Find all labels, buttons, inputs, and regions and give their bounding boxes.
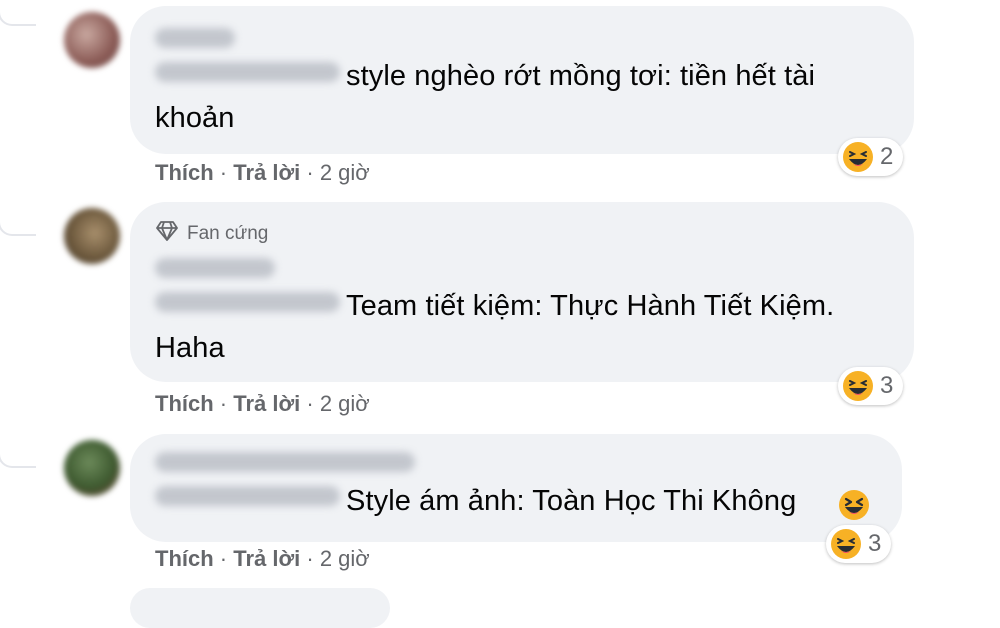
reply-link[interactable]: Trả lời xyxy=(233,546,300,571)
avatar[interactable] xyxy=(64,12,120,68)
reaction-count-number: 3 xyxy=(868,530,882,557)
comment-text: style nghèo rớt mồng tơi: tiền hết tài xyxy=(346,60,816,92)
timestamp[interactable]: 2 giờ xyxy=(320,160,370,185)
comment-text: khoản xyxy=(155,102,235,134)
comment-text: Team tiết kiệm: Thực Hành Tiết Kiệm. xyxy=(346,290,835,322)
comment-actions: Thích · Trả lời · 2 giờ xyxy=(155,391,370,417)
blurred-author-handle xyxy=(155,486,340,506)
thread-line xyxy=(0,0,36,26)
reaction-count[interactable]: 3 xyxy=(826,525,892,563)
haha-icon xyxy=(842,141,874,173)
timestamp[interactable]: 2 giờ xyxy=(320,546,370,571)
separator: · xyxy=(219,546,234,571)
reaction-count[interactable]: 3 xyxy=(838,367,904,405)
avatar[interactable] xyxy=(64,208,120,264)
comment-text: Haha xyxy=(155,332,225,364)
thread-line xyxy=(0,380,36,468)
avatar[interactable] xyxy=(64,440,120,496)
comment-text: Style ám ảnh: Toàn Học Thi Không xyxy=(346,485,797,517)
diamond-icon xyxy=(155,220,179,248)
blurred-author-handle xyxy=(155,292,340,312)
separator: · xyxy=(306,391,320,416)
blurred-author-name[interactable] xyxy=(155,28,235,48)
reaction-count-number: 2 xyxy=(880,143,894,170)
separator: · xyxy=(306,160,320,185)
badge-label: Fan cứng xyxy=(187,223,269,244)
comment-actions: Thích · Trả lời · 2 giờ xyxy=(155,160,370,186)
reaction-count[interactable]: 2 xyxy=(838,138,904,176)
separator: · xyxy=(219,160,234,185)
timestamp[interactable]: 2 giờ xyxy=(320,391,370,416)
separator: · xyxy=(306,546,320,571)
fan-badge[interactable]: Fan cứng xyxy=(155,220,268,248)
comment-actions: Thích · Trả lời · 2 giờ xyxy=(155,546,370,572)
like-link[interactable]: Thích xyxy=(155,160,214,185)
blurred-author-name[interactable] xyxy=(155,452,415,472)
laughing-squint-icon xyxy=(838,489,870,521)
thread-line xyxy=(0,150,36,236)
reply-link[interactable]: Trả lời xyxy=(233,391,300,416)
blurred-author-handle xyxy=(155,62,340,82)
next-comment-bubble xyxy=(130,588,390,628)
like-link[interactable]: Thích xyxy=(155,546,214,571)
reaction-count-number: 3 xyxy=(880,372,894,399)
haha-icon xyxy=(830,528,862,560)
like-link[interactable]: Thích xyxy=(155,391,214,416)
reply-link[interactable]: Trả lời xyxy=(233,160,300,185)
blurred-author-name[interactable] xyxy=(155,258,275,278)
separator: · xyxy=(219,391,234,416)
haha-icon xyxy=(842,370,874,402)
